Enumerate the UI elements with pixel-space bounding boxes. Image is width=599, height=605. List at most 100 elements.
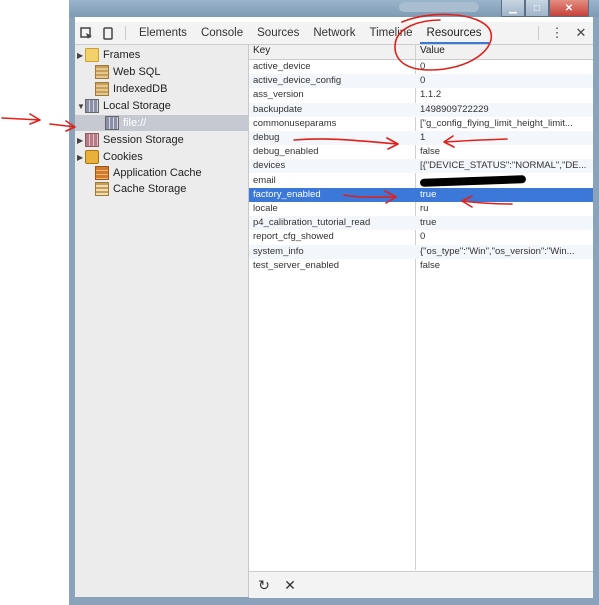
window-frame-right xyxy=(593,17,599,605)
row-key: email xyxy=(253,174,276,186)
row-value: ["g_config_flying_limit_height_limit... xyxy=(420,117,573,129)
row-key: p4_calibration_tutorial_read xyxy=(253,217,371,229)
expand-arrow-icon[interactable]: ▶ xyxy=(77,51,85,60)
tree-item-label: IndexedDB xyxy=(113,83,168,95)
local-storage-grid: Key Value active_device 0 active_device_co… xyxy=(249,45,593,570)
blurred-title xyxy=(399,2,479,12)
cookie-icon xyxy=(85,150,99,164)
row-value: {"os_type":"Win","os_version":"Win... xyxy=(420,245,575,257)
toolbar-separator xyxy=(538,26,539,40)
row-key: test_server_enabled xyxy=(253,259,340,271)
table-row[interactable]: ass_version 1.1.2 xyxy=(249,88,593,102)
table-row[interactable]: backupdate 1498909722229 xyxy=(249,102,593,117)
expand-arrow-icon[interactable]: ▶ xyxy=(77,153,85,162)
maximize-icon[interactable]: □ xyxy=(525,0,549,17)
tree-item[interactable]: ▼ Local Storage xyxy=(75,98,171,114)
row-value: ru xyxy=(420,203,429,214)
row-value: [{"DEVICE_STATUS":"NORMAL","DE... xyxy=(420,160,587,172)
tree-item[interactable]: IndexedDB xyxy=(75,81,167,97)
close-devtools-icon[interactable]: ✕ xyxy=(569,25,593,41)
tree-item[interactable]: Application Cache xyxy=(75,165,202,181)
key-column-header[interactable]: Key xyxy=(253,45,411,56)
folder-icon xyxy=(85,48,99,62)
devtools-toolbar: Elements Console Sources Network Timelin… xyxy=(75,22,593,45)
tree-item-label: Application Cache xyxy=(113,167,202,179)
table-row[interactable]: commonuseparams ["g_config_flying_limit_h… xyxy=(249,117,593,131)
table-row[interactable]: test_server_enabled false xyxy=(249,259,593,273)
row-value: true xyxy=(420,188,437,200)
tree-item-label: file:// xyxy=(123,117,147,129)
row-key: active_device_config xyxy=(253,75,342,87)
table-row[interactable]: devices [{"DEVICE_STATUS":"NORMAL","DE... xyxy=(249,159,593,174)
value-column-header[interactable]: Value xyxy=(420,45,590,56)
storage-grid-icon xyxy=(85,133,99,147)
close-window-icon[interactable]: ✕ xyxy=(549,0,589,17)
table-row[interactable]: factory_enabled true xyxy=(249,187,593,202)
window-controls: ▁ □ ✕ xyxy=(501,0,589,17)
minimize-icon[interactable]: ▁ xyxy=(501,0,525,17)
tab-network[interactable]: Network xyxy=(306,22,362,44)
row-key: backupdate xyxy=(253,103,303,115)
table-row[interactable]: active_device 0 xyxy=(249,60,593,74)
database-icon xyxy=(95,82,109,96)
row-value: false xyxy=(420,259,441,271)
row-key: debug xyxy=(253,132,280,143)
expand-arrow-icon[interactable]: ▼ xyxy=(77,102,85,111)
table-row[interactable]: report_cfg_showed 0 xyxy=(249,230,593,244)
database-icon xyxy=(95,65,109,79)
row-key: locale xyxy=(253,203,278,214)
row-key: system_info xyxy=(253,245,304,257)
row-value: 1498909722229 xyxy=(420,103,489,115)
tree-item-label: Local Storage xyxy=(103,100,171,112)
tab-timeline[interactable]: Timeline xyxy=(363,22,420,44)
tree-item-label: Cookies xyxy=(103,151,143,163)
row-value: 1.1.2 xyxy=(420,89,442,101)
arrow-to-file xyxy=(1,113,76,132)
tab-sources[interactable]: Sources xyxy=(250,22,306,44)
table-row[interactable]: debug 1 xyxy=(249,131,593,145)
expand-arrow-icon[interactable]: ▶ xyxy=(77,136,85,145)
row-key: debug_enabled xyxy=(253,146,319,158)
more-options-icon[interactable]: ⋮ xyxy=(545,25,569,41)
inspect-element-icon[interactable] xyxy=(75,23,97,43)
table-row[interactable]: locale ru xyxy=(249,202,593,216)
row-key: report_cfg_showed xyxy=(253,231,334,243)
device-mode-icon[interactable] xyxy=(97,23,119,43)
tree-item-label: Web SQL xyxy=(113,66,161,78)
tree-item[interactable]: Web SQL xyxy=(75,64,161,80)
tab-elements[interactable]: Elements xyxy=(132,22,194,44)
storage-bottom-bar: ↻ ✕ xyxy=(249,571,593,598)
grid-header: Key Value xyxy=(249,45,593,60)
tree-item-label: Cache Storage xyxy=(113,183,187,195)
tree-item[interactable]: ▶ Session Storage xyxy=(75,132,184,148)
table-row[interactable]: active_device_config 0 xyxy=(249,74,593,89)
row-key: factory_enabled xyxy=(253,188,321,200)
row-value: 0 xyxy=(420,231,426,243)
row-key: commonuseparams xyxy=(253,117,337,129)
tree-item[interactable]: ▶ Cookies xyxy=(75,149,143,165)
tree-item-label: Frames xyxy=(103,49,141,61)
window-titlebar: ▁ □ ✕ xyxy=(69,0,599,17)
tree-item[interactable]: file:// xyxy=(75,115,270,131)
row-value: false xyxy=(420,146,441,158)
window-frame-bottom xyxy=(69,597,599,605)
row-value: true xyxy=(420,217,437,229)
table-row[interactable]: system_info {"os_type":"Win","os_version"… xyxy=(249,244,593,259)
cache-storage-icon xyxy=(95,182,109,196)
tree-item[interactable]: ▶ Frames xyxy=(75,47,140,63)
row-key: devices xyxy=(253,160,286,172)
tree-item[interactable]: Cache Storage xyxy=(75,181,186,197)
toolbar-separator xyxy=(125,26,126,40)
delete-icon[interactable]: ✕ xyxy=(279,577,301,594)
tab-resources[interactable]: Resources xyxy=(419,22,489,44)
refresh-icon[interactable]: ↻ xyxy=(253,577,275,594)
table-row[interactable]: debug_enabled false xyxy=(249,145,593,159)
table-row[interactable]: p4_calibration_tutorial_read true xyxy=(249,216,593,231)
row-value: 0 xyxy=(420,75,426,87)
storage-grid-icon xyxy=(105,116,119,130)
tree-item-label: Session Storage xyxy=(103,134,184,146)
app-cache-icon xyxy=(95,166,109,180)
tab-console[interactable]: Console xyxy=(194,22,250,44)
row-value: 0 xyxy=(420,61,426,72)
row-key: active_device xyxy=(253,61,311,72)
